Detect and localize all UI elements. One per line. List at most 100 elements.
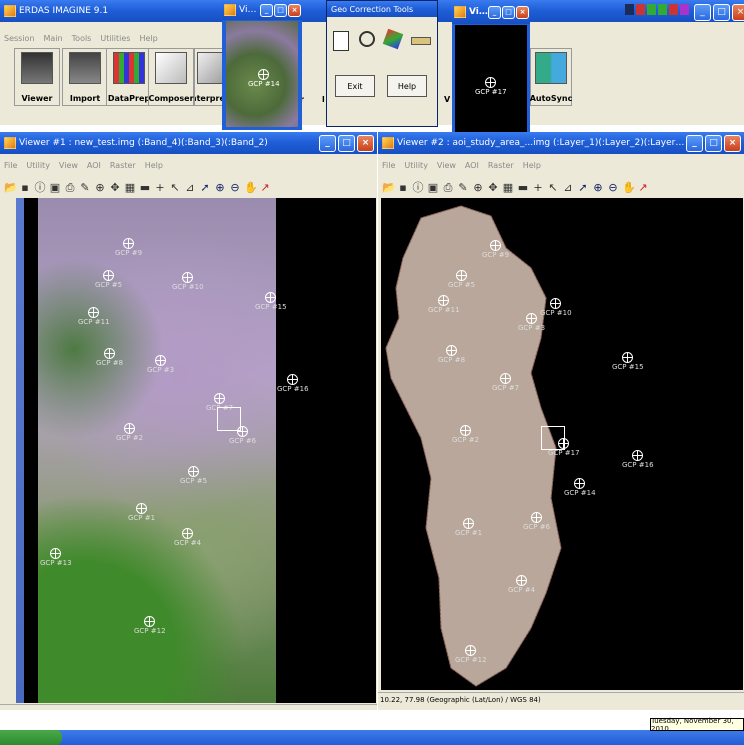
- polygon-icon[interactable]: [382, 28, 404, 50]
- gcp-marker[interactable]: GCP #11: [78, 307, 110, 326]
- menu-file[interactable]: File: [382, 161, 395, 170]
- gcp-marker[interactable]: GCP #17: [475, 77, 507, 96]
- pan-icon[interactable]: ✥: [487, 182, 499, 194]
- gcp-marker[interactable]: GCP #5: [180, 466, 207, 485]
- menu-aoi[interactable]: AOI: [87, 161, 101, 170]
- zoom-icon[interactable]: ⊕: [472, 182, 484, 194]
- menu-help[interactable]: Help: [145, 161, 163, 170]
- gcp-marker[interactable]: GCP #16: [622, 450, 654, 469]
- menu-main[interactable]: Main: [44, 34, 63, 43]
- menu-raster[interactable]: Raster: [110, 161, 136, 170]
- gcp-marker[interactable]: GCP #2: [452, 425, 479, 444]
- viewer-1-titlebar[interactable]: Viewer #1 : new_test.img (:Band_4)(:Band…: [0, 132, 377, 154]
- close-icon[interactable]: ×: [288, 3, 301, 17]
- gcp-marker[interactable]: GCP #6: [523, 512, 550, 531]
- viewer-button[interactable]: Viewer: [14, 48, 60, 106]
- save-icon[interactable]: ▣: [427, 182, 439, 194]
- import-button[interactable]: Import: [62, 48, 108, 106]
- close-file-icon[interactable]: ▪: [397, 182, 409, 194]
- open-icon[interactable]: 📂: [4, 182, 18, 194]
- small-viewer-1-image[interactable]: GCP #14: [226, 21, 298, 127]
- menu-aoi[interactable]: AOI: [465, 161, 479, 170]
- small-viewer-2-image[interactable]: GCP #17: [455, 25, 527, 137]
- measure-icon[interactable]: ⊿: [184, 182, 196, 194]
- close-icon[interactable]: ×: [724, 134, 741, 152]
- list-icon[interactable]: [333, 31, 349, 51]
- maximize-icon[interactable]: □: [705, 134, 722, 152]
- tray-icon-5[interactable]: [669, 4, 678, 15]
- arrow-icon[interactable]: ↖: [547, 182, 559, 194]
- plus-icon[interactable]: +: [154, 182, 166, 194]
- inquire-icon[interactable]: ↗: [637, 182, 649, 194]
- gcp-marker[interactable]: GCP #7: [492, 373, 519, 392]
- gcp-marker[interactable]: GCP #16: [277, 374, 309, 393]
- menu-utilities[interactable]: Utilities: [100, 34, 130, 43]
- line-icon[interactable]: ▬: [517, 182, 529, 194]
- menu-help[interactable]: Help: [139, 34, 157, 43]
- zoom-in-icon[interactable]: ⊕: [214, 182, 226, 194]
- tray-icon-4[interactable]: [658, 4, 667, 15]
- measure-icon[interactable]: ⊿: [562, 182, 574, 194]
- menu-file[interactable]: File: [4, 161, 17, 170]
- viewer-2-titlebar[interactable]: Viewer #2 : aoi_study_area_...img (:Laye…: [378, 132, 744, 154]
- gcp-marker[interactable]: GCP #5: [95, 270, 122, 289]
- gcp-marker[interactable]: GCP #3: [518, 313, 545, 332]
- close-icon[interactable]: ×: [732, 4, 744, 21]
- help-button[interactable]: Help: [387, 75, 427, 97]
- arrow-icon[interactable]: ↖: [169, 182, 181, 194]
- menu-utility[interactable]: Utility: [26, 161, 50, 170]
- gcp-marker[interactable]: GCP #9: [115, 238, 142, 257]
- gcp-marker[interactable]: GCP #5: [448, 270, 475, 289]
- gcp-marker[interactable]: GCP #12: [455, 645, 487, 664]
- start-button[interactable]: [0, 730, 62, 745]
- maximize-icon[interactable]: □: [502, 5, 515, 19]
- gcp-marker[interactable]: GCP #8: [96, 348, 123, 367]
- gcp-marker[interactable]: GCP #15: [255, 292, 287, 311]
- small-viewer-1-titlebar[interactable]: View... _ □ ×: [222, 0, 302, 20]
- gcp-marker[interactable]: GCP #6: [229, 426, 256, 445]
- gcp-marker[interactable]: GCP #3: [147, 355, 174, 374]
- minimize-icon[interactable]: _: [686, 134, 703, 152]
- gcp-marker[interactable]: GCP #12: [134, 616, 166, 635]
- close-icon[interactable]: ×: [357, 134, 374, 152]
- tray-icon-6[interactable]: [680, 4, 689, 15]
- close-file-icon[interactable]: ▪: [19, 182, 31, 194]
- gcp-marker[interactable]: GCP #13: [40, 548, 72, 567]
- select-icon[interactable]: ➚: [199, 182, 211, 194]
- close-icon[interactable]: ×: [516, 5, 529, 19]
- inquire-icon[interactable]: ↗: [259, 182, 271, 194]
- minimize-icon[interactable]: _: [319, 134, 336, 152]
- pencil-icon[interactable]: ✎: [79, 182, 91, 194]
- hand-icon[interactable]: ✋: [622, 182, 636, 194]
- menu-session[interactable]: Session: [4, 34, 35, 43]
- gcp-marker[interactable]: GCP #17: [548, 438, 580, 457]
- pencil-icon[interactable]: ✎: [457, 182, 469, 194]
- zoom-icon[interactable]: ⊕: [94, 182, 106, 194]
- print-icon[interactable]: ⎙: [442, 182, 454, 194]
- info-icon[interactable]: ⓘ: [412, 182, 424, 194]
- open-icon[interactable]: 📂: [382, 182, 396, 194]
- plus-icon[interactable]: +: [532, 182, 544, 194]
- gcp-marker[interactable]: GCP #9: [482, 240, 509, 259]
- gcp-marker[interactable]: GCP #4: [508, 575, 535, 594]
- geo-tools-titlebar[interactable]: Geo Correction Tools: [327, 1, 437, 17]
- gcp-marker[interactable]: GCP #14: [248, 69, 280, 88]
- menu-utility[interactable]: Utility: [404, 161, 428, 170]
- print-icon[interactable]: ⎙: [64, 182, 76, 194]
- maximize-icon[interactable]: □: [338, 134, 355, 152]
- maximize-icon[interactable]: □: [713, 4, 730, 21]
- minimize-icon[interactable]: _: [488, 5, 501, 19]
- crosshair-icon[interactable]: [359, 31, 375, 47]
- gcp-marker[interactable]: GCP #10: [172, 272, 204, 291]
- exit-button[interactable]: Exit: [335, 75, 375, 97]
- ruler-icon[interactable]: [411, 37, 431, 45]
- gcp-marker[interactable]: GCP #8: [438, 345, 465, 364]
- grid-icon[interactable]: ▦: [124, 182, 136, 194]
- pan-icon[interactable]: ✥: [109, 182, 121, 194]
- gcp-marker[interactable]: GCP #14: [564, 478, 596, 497]
- grid-icon[interactable]: ▦: [502, 182, 514, 194]
- line-icon[interactable]: ▬: [139, 182, 151, 194]
- menu-view[interactable]: View: [59, 161, 78, 170]
- gcp-marker[interactable]: GCP #1: [455, 518, 482, 537]
- menu-help[interactable]: Help: [523, 161, 541, 170]
